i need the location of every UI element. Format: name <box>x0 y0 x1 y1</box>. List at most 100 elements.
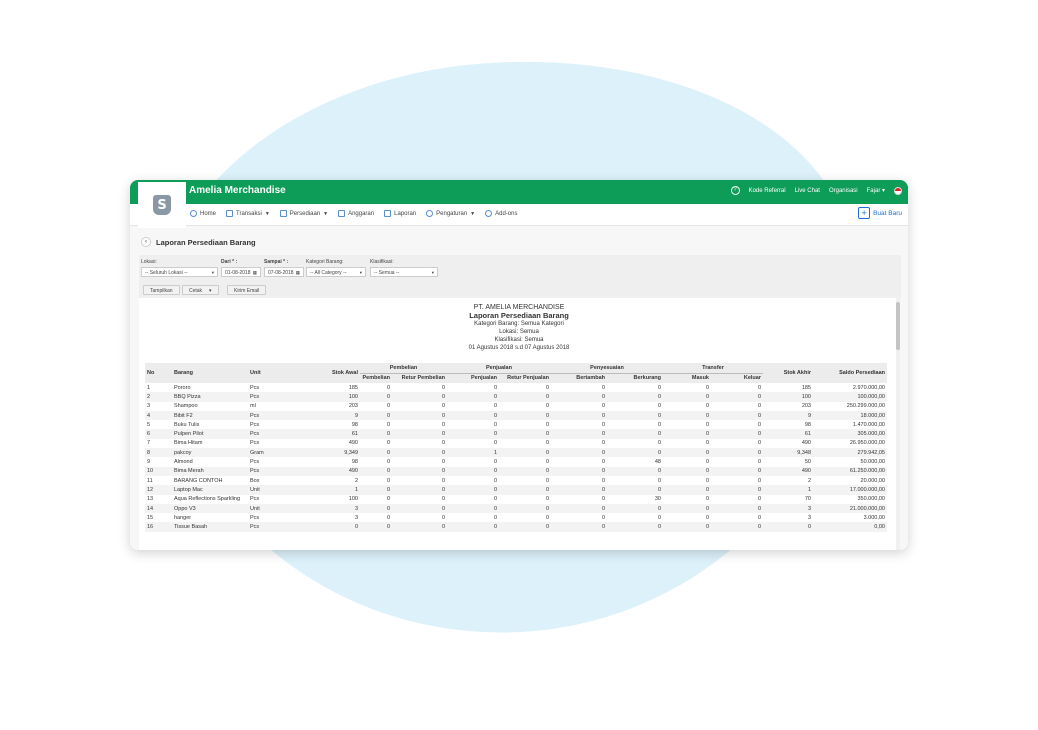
table-cell: 6 <box>145 429 172 439</box>
col-group-penjualan: Penjualan <box>447 363 551 374</box>
table-cell: 0 <box>705 440 709 447</box>
table-cell: 0 <box>607 392 663 402</box>
table-cell: 0 <box>657 477 661 484</box>
back-arrow-icon[interactable]: ‹ <box>141 237 151 247</box>
table-cell: 0 <box>711 466 763 476</box>
table-cell: BARANG CONTOH <box>174 477 223 484</box>
table-cell: 0 <box>607 466 663 476</box>
kirim-email-button[interactable]: Kirim Email <box>227 285 267 295</box>
table-cell: 0 <box>663 429 711 439</box>
table-row: 2 BBQ Pizza Pcs 100 0 0 0 0 0 0 0 0 100 100.000,00 <box>145 392 887 402</box>
create-new-button[interactable]: + Buat Baru <box>858 207 902 219</box>
table-cell: 30 <box>654 496 661 503</box>
app-logo[interactable]: S <box>138 182 186 228</box>
klasifikasi-label: Klasifikasi: <box>370 259 394 265</box>
nav-item-persediaan[interactable]: Persediaan ▼ <box>279 210 328 217</box>
table-cell: 0 <box>392 392 447 402</box>
table-cell: Pcs <box>250 514 260 521</box>
live-chat-link[interactable]: Live Chat <box>795 188 820 194</box>
user-name: Fajar <box>866 188 881 194</box>
table-cell: 0 <box>545 403 549 410</box>
page-header: ‹ Laporan Persediaan Barang <box>141 237 256 247</box>
col-stok-awal: Stok Awal <box>304 363 360 383</box>
nav-item-anggaran[interactable]: Anggaran <box>338 210 374 217</box>
table-cell: 100.000,00 <box>813 392 887 402</box>
table-cell: 0 <box>757 496 761 503</box>
referral-link[interactable]: Kode Referral <box>749 188 786 194</box>
kategori-select[interactable]: -- All Category -- ▾ <box>306 267 366 277</box>
table-cell: 0 <box>360 392 392 402</box>
table-cell: 1 <box>447 448 499 458</box>
tampilkan-button[interactable]: Tampilkan <box>143 285 180 295</box>
lokasi-select[interactable]: -- Seluruh Lokasi -- ▾ <box>141 267 218 277</box>
nav-label: Home <box>200 210 217 217</box>
klasifikasi-select[interactable]: -- Semua -- ▾ <box>370 267 438 277</box>
table-cell: Pulpen Pilot <box>172 429 248 439</box>
scrollbar-thumb[interactable] <box>896 302 900 350</box>
table-cell: 0 <box>607 448 663 458</box>
table-cell: 0 <box>705 496 709 503</box>
nav-label: Laporan <box>394 210 417 217</box>
table-cell: 9,349 <box>304 448 360 458</box>
table-cell: 203 <box>801 403 811 410</box>
col-barang: Barang <box>172 363 248 383</box>
table-row: 4 Bibit F2 Pcs 9 0 0 0 0 0 0 0 0 9 18.000,00 <box>145 410 887 421</box>
report-kategori: Kategori Barang: Semua Kategori <box>474 321 564 327</box>
main-nav: Home Transaksi ▼ Persediaan ▼ Anggaran L… <box>130 204 908 226</box>
nav-item-home[interactable]: Home <box>190 210 216 217</box>
table-cell: 0 <box>493 403 497 410</box>
table-cell: 3 <box>304 503 360 514</box>
lokasi-label: Lokasi: <box>141 259 157 265</box>
nav-item-transaksi[interactable]: Transaksi ▼ <box>226 210 270 217</box>
table-cell: 185 <box>801 384 811 391</box>
top-right-menu: ? Kode Referral Live Chat Organisasi Faj… <box>730 186 902 195</box>
klasifikasi-value: -- Semua -- <box>374 269 400 276</box>
table-cell: 0 <box>493 459 497 466</box>
col-group-pembelian: Pembelian <box>360 363 447 374</box>
table-cell: 0 <box>441 514 445 521</box>
table-cell: 3 <box>354 514 358 521</box>
table-cell: 0 <box>360 429 392 439</box>
table-cell: 0 <box>360 448 392 458</box>
table-cell: 0 <box>711 429 763 439</box>
table-row: 6 Pulpen Pilot Pcs 61 0 0 0 0 0 0 0 0 61 305.000,00 <box>145 429 887 439</box>
table-cell: 0 <box>545 459 549 466</box>
table-cell: 1 <box>304 485 360 495</box>
table-cell: 0 <box>499 485 551 495</box>
table-cell: 1 <box>147 384 151 391</box>
table-cell: 0 <box>711 522 763 532</box>
nav-item-pengaturan[interactable]: Pengaturan ▼ <box>426 210 475 217</box>
cetak-button[interactable]: Cetak ▾ <box>182 285 219 295</box>
col-pembelian: Pembelian <box>360 373 392 383</box>
chevron-down-icon: ▾ <box>211 269 214 275</box>
table-cell: 0 <box>360 485 392 495</box>
table-header-group-row: No Barang Unit Stok Awal Pembelian Penju… <box>145 363 887 383</box>
dari-date-input[interactable]: 01-08-2018 ▦ <box>221 267 261 277</box>
nav-item-addons[interactable]: Add-ons <box>485 210 517 217</box>
app-title: Amelia Merchandise <box>189 185 286 196</box>
filter-panel: Lokasi: -- Seluruh Lokasi -- ▾ Dari * : … <box>139 255 901 298</box>
nav-item-laporan[interactable]: Laporan <box>384 210 416 217</box>
organization-link[interactable]: Organisasi <box>829 188 858 194</box>
table-cell: Shampoo <box>174 403 198 410</box>
table-cell: 0 <box>711 503 763 514</box>
help-icon[interactable]: ? <box>730 186 740 195</box>
table-cell: 0 <box>705 459 709 466</box>
table-cell: 70 <box>804 496 811 503</box>
table-cell: 9 <box>763 410 813 421</box>
table-cell: 0 <box>392 466 447 476</box>
report-period: 01 Agustus 2018 s.d 07 Agustus 2018 <box>468 345 570 351</box>
sampai-date-input[interactable]: 07-08-2018 ▦ <box>264 267 304 277</box>
nav-label: Transaksi <box>236 210 262 217</box>
table-cell: 490 <box>801 440 811 447</box>
flag-icon[interactable] <box>894 186 902 195</box>
table-cell: 100 <box>304 392 360 402</box>
col-berkurang: Berkurang <box>607 373 663 383</box>
table-cell: 0 <box>705 403 709 410</box>
table-cell: 0 <box>757 477 761 484</box>
chevron-down-icon: ▾ <box>209 287 212 294</box>
table-cell: 0 <box>657 514 661 521</box>
user-menu[interactable]: Fajar ▾ <box>867 187 885 194</box>
table-cell: 0 <box>763 522 813 532</box>
table-cell: 5 <box>147 421 151 428</box>
